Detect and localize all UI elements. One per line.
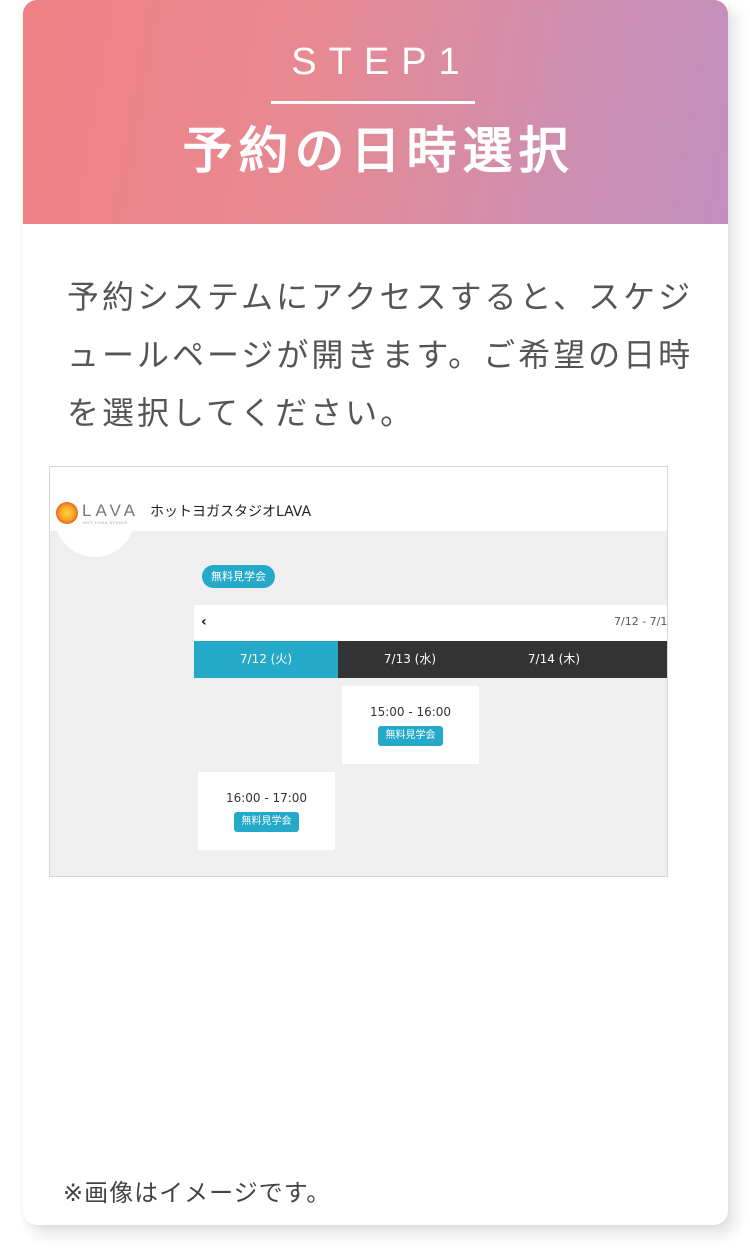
step-divider	[271, 101, 475, 104]
date-range: 7/12 - 7/1	[614, 615, 668, 628]
step-card: STEP1 予約の日時選択 予約システムにアクセスすると、スケジュールページが開…	[23, 0, 728, 1225]
day-tab-7-13[interactable]: 7/13 (水)	[338, 641, 482, 678]
app-header	[50, 467, 667, 531]
studio-name: ホットヨガスタジオLAVA	[150, 504, 312, 520]
step-title: 予約の日時選択	[182, 122, 575, 180]
step-header: STEP1 予約の日時選択	[23, 0, 728, 224]
lava-logo-icon	[56, 502, 78, 524]
time-slot[interactable]: 15:00 - 16:00 無料見学会	[342, 686, 479, 764]
slot-tag: 無料見学会	[378, 726, 443, 746]
logo-text: LAVA	[82, 501, 139, 520]
program-tag[interactable]: 無料見学会	[202, 565, 275, 588]
prev-week-icon[interactable]: ‹	[201, 613, 207, 631]
day-tab-7-12[interactable]: 7/12 (火)	[194, 641, 338, 678]
time-slot[interactable]: 16:00 - 17:00 無料見学会	[198, 772, 335, 850]
image-note: ※画像はイメージです。	[63, 1179, 332, 1207]
day-tabs: 7/12 (火) 7/13 (水) 7/14 (木)	[194, 641, 667, 678]
calendar-header: ‹ 7/12 - 7/1	[194, 605, 668, 641]
slot-time: 15:00 - 16:00	[369, 705, 452, 719]
slot-tag: 無料見学会	[234, 812, 299, 832]
step-label: STEP1	[291, 41, 472, 83]
slot-time: 16:00 - 17:00	[225, 791, 308, 805]
logo-subtext: HOT YOGA STUDIO	[83, 520, 128, 525]
day-tab-7-14[interactable]: 7/14 (木)	[482, 641, 626, 678]
schedule-screenshot: LAVA HOT YOGA STUDIO ホットヨガスタジオLAVA 無料見学会…	[49, 466, 668, 877]
step-description: 予約システムにアクセスすると、スケジュールページが開きます。ご希望の日時を選択し…	[67, 278, 694, 432]
